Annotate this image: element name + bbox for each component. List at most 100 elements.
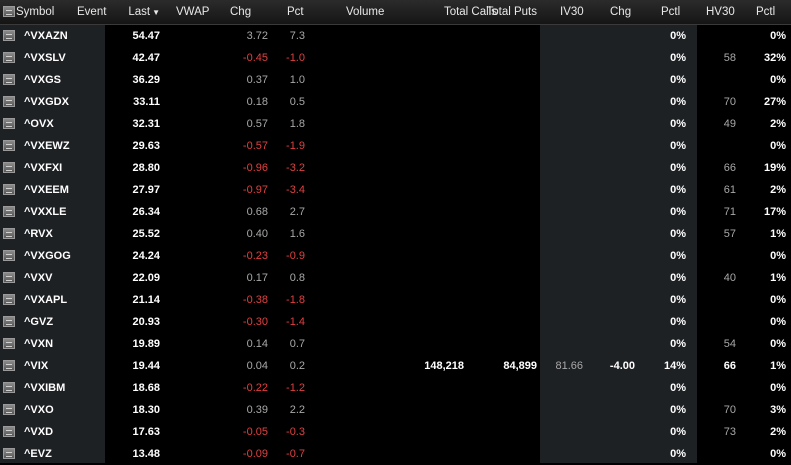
- table-row[interactable]: ^VXN 19.89 0.14 0.7 0% 54 0%: [0, 333, 791, 355]
- table-row[interactable]: ^VXEEM 27.97 -0.97 -3.4 0% 61 2%: [0, 179, 791, 201]
- last-price-cell: 25.52: [132, 228, 160, 240]
- column-header-pct[interactable]: Pct: [287, 0, 304, 24]
- table-row[interactable]: ^VXV 22.09 0.17 0.8 0% 40 1%: [0, 267, 791, 289]
- chart-icon[interactable]: [3, 118, 15, 129]
- hv-percentile-cell: 1%: [770, 360, 786, 372]
- change-cell: 0.57: [246, 118, 268, 130]
- column-header-chg[interactable]: Chg: [230, 0, 251, 24]
- column-header-iv-pctl[interactable]: Pctl: [661, 0, 680, 24]
- table-row[interactable]: ^VXD 17.63 -0.05 -0.3 0% 73 2%: [0, 421, 791, 443]
- table-row[interactable]: ^VXGOG 24.24 -0.23 -0.9 0% 0%: [0, 245, 791, 267]
- percent-change-cell: 1.0: [289, 74, 305, 86]
- table-row[interactable]: ^GVZ 20.93 -0.30 -1.4 0% 0%: [0, 311, 791, 333]
- last-price-cell: 19.44: [132, 360, 160, 372]
- iv30-cell: [540, 91, 583, 113]
- column-header-volume[interactable]: Volume: [346, 0, 384, 24]
- chart-icon[interactable]: [3, 52, 15, 63]
- total-calls-cell: [405, 245, 464, 267]
- last-price-cell: 26.34: [132, 206, 160, 218]
- column-header-total-puts[interactable]: Total Puts: [477, 0, 538, 24]
- table-row[interactable]: ^RVX 25.52 0.40 1.6 0% 57 1%: [0, 223, 791, 245]
- change-cell: 0.04: [246, 360, 268, 372]
- percent-change-cell: -3.2: [286, 162, 305, 174]
- percent-change-cell: 0.8: [289, 272, 305, 284]
- column-header-symbol[interactable]: Symbol: [16, 0, 54, 24]
- chart-icon[interactable]: [3, 30, 15, 41]
- hv30-cell: [690, 377, 736, 399]
- table-row[interactable]: ^VXGDX 33.11 0.18 0.5 0% 70 27%: [0, 91, 791, 113]
- chart-icon[interactable]: [3, 404, 15, 415]
- hv30-cell: 70: [723, 96, 736, 108]
- percent-change-cell: -0.3: [286, 426, 305, 438]
- table-row[interactable]: ^VXSLV 42.47 -0.45 -1.0 0% 58 32%: [0, 47, 791, 69]
- column-header-last[interactable]: Last ▼: [110, 0, 160, 24]
- table-row[interactable]: ^VXXLE 26.34 0.68 2.7 0% 71 17%: [0, 201, 791, 223]
- iv-percentile-cell: 0%: [670, 382, 686, 394]
- iv30-cell: [540, 157, 583, 179]
- table-row[interactable]: ^VXIBM 18.68 -0.22 -1.2 0% 0%: [0, 377, 791, 399]
- percent-change-cell: -1.2: [286, 382, 305, 394]
- iv30-cell: [540, 245, 583, 267]
- total-puts-cell: [477, 25, 537, 47]
- column-header-vwap[interactable]: VWAP: [176, 0, 209, 24]
- chart-icon[interactable]: [3, 74, 15, 85]
- chart-icon[interactable]: [3, 426, 15, 437]
- total-puts-cell: [477, 333, 537, 355]
- chart-icon[interactable]: [3, 206, 15, 217]
- percent-change-cell: -0.7: [286, 448, 305, 460]
- table-row[interactable]: ^VXEWZ 29.63 -0.57 -1.9 0% 0%: [0, 135, 791, 157]
- column-header-hv-pctl[interactable]: Pctl: [756, 0, 775, 24]
- table-row[interactable]: ^VIX 19.44 0.04 0.2 148,218 84,899 81.66 -4.00 1…: [0, 355, 791, 377]
- chart-icon[interactable]: [3, 184, 15, 195]
- iv-change-cell: [590, 69, 635, 91]
- hv-percentile-cell: 0%: [770, 382, 786, 394]
- column-header-iv-chg[interactable]: Chg: [610, 0, 631, 24]
- table-row[interactable]: ^VXAPL 21.14 -0.38 -1.8 0% 0%: [0, 289, 791, 311]
- chart-icon[interactable]: [3, 250, 15, 261]
- chart-icon[interactable]: [3, 448, 15, 459]
- table-row[interactable]: ^VXO 18.30 0.39 2.2 0% 70 3%: [0, 399, 791, 421]
- hv-percentile-cell: 0%: [770, 316, 786, 328]
- percent-change-cell: 2.2: [289, 404, 305, 416]
- chart-icon[interactable]: [3, 228, 15, 239]
- total-puts-cell: [477, 157, 537, 179]
- chart-icon[interactable]: [3, 140, 15, 151]
- change-cell: 0.14: [246, 338, 268, 350]
- table-row[interactable]: ^VXAZN 54.47 3.72 7.3 0% 0%: [0, 25, 791, 47]
- iv-percentile-cell: 0%: [670, 316, 686, 328]
- chart-icon[interactable]: [3, 316, 15, 327]
- iv-change-cell: [590, 113, 635, 135]
- last-price-cell: 20.93: [132, 316, 160, 328]
- iv-percentile-cell: 0%: [670, 30, 686, 42]
- table-row[interactable]: ^OVX 32.31 0.57 1.8 0% 49 2%: [0, 113, 791, 135]
- hv30-cell: [690, 443, 736, 465]
- chart-icon[interactable]: [3, 162, 15, 173]
- last-price-cell: 13.48: [132, 448, 160, 460]
- percent-change-cell: 0.5: [289, 96, 305, 108]
- total-puts-cell: [477, 69, 537, 91]
- chart-icon[interactable]: [3, 338, 15, 349]
- change-cell: -0.97: [242, 184, 268, 196]
- table-row[interactable]: ^EVZ 13.48 -0.09 -0.7 0% 0%: [0, 443, 791, 465]
- iv30-cell: [540, 135, 583, 157]
- last-price-cell: 18.30: [132, 404, 160, 416]
- iv30-cell: [540, 25, 583, 47]
- iv-change-cell: [590, 443, 635, 465]
- percent-change-cell: -1.0: [286, 52, 305, 64]
- table-row[interactable]: ^VXGS 36.29 0.37 1.0 0% 0%: [0, 69, 791, 91]
- chart-icon[interactable]: [3, 382, 15, 393]
- symbol-cell: ^RVX: [24, 228, 53, 240]
- iv-change-cell: [590, 47, 635, 69]
- percent-change-cell: 7.3: [289, 30, 305, 42]
- chart-icon[interactable]: [3, 272, 15, 283]
- iv30-cell: [540, 399, 583, 421]
- chart-icon[interactable]: [3, 96, 15, 107]
- column-header-event[interactable]: Event: [77, 0, 106, 24]
- column-header-iv30[interactable]: IV30: [560, 0, 584, 24]
- table-row[interactable]: ^VXFXI 28.80 -0.96 -3.2 0% 66 19%: [0, 157, 791, 179]
- column-header-hv30[interactable]: HV30: [706, 0, 735, 24]
- chart-icon[interactable]: [3, 294, 15, 305]
- total-puts-cell: [477, 47, 537, 69]
- chart-icon[interactable]: [3, 360, 15, 371]
- hv-percentile-cell: 2%: [770, 184, 786, 196]
